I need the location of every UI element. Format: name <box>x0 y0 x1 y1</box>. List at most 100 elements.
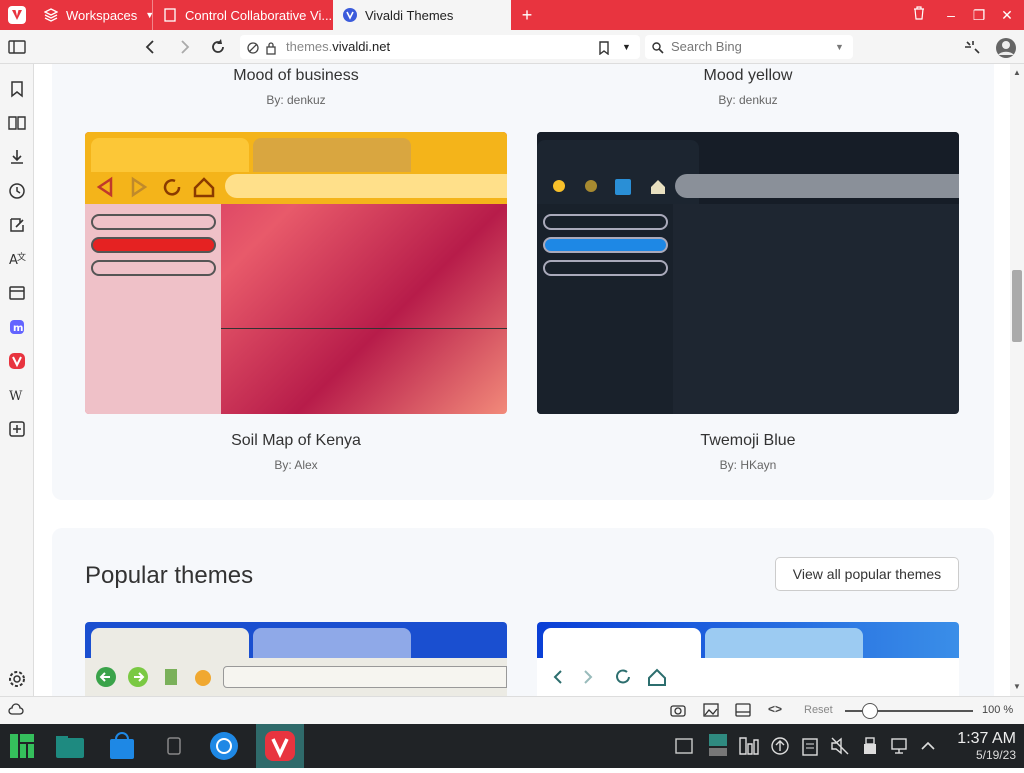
vivaldi-panel-icon[interactable] <box>8 352 26 370</box>
scrollbar-thumb[interactable] <box>1012 270 1022 342</box>
desktop-icon[interactable] <box>674 736 694 768</box>
svg-text:W: W <box>9 389 23 404</box>
notes-icon[interactable] <box>8 216 26 234</box>
toolbar-icons <box>553 179 665 195</box>
new-tab-icon[interactable]: + <box>518 6 536 24</box>
url-prefix: themes. <box>286 39 333 54</box>
toolbar-icons <box>553 668 666 686</box>
file-manager-icon[interactable] <box>54 730 86 762</box>
reading-list-icon[interactable] <box>8 114 26 132</box>
downloads-icon[interactable] <box>8 148 26 166</box>
translate-icon[interactable]: A文 <box>8 250 26 268</box>
usb-device-icon[interactable] <box>860 736 880 768</box>
view-all-popular-themes-button[interactable]: View all popular themes <box>775 557 959 591</box>
close-icon[interactable]: ✕ <box>998 6 1016 24</box>
scrollbar[interactable]: ▲ ▼ <box>1010 64 1024 696</box>
volume-muted-icon[interactable] <box>830 736 850 768</box>
search-placeholder: Search Bing <box>671 39 742 54</box>
panel-toggle-icon[interactable] <box>7 37 27 57</box>
clipboard-icon[interactable] <box>800 736 820 768</box>
zoom-reset-button[interactable]: Reset <box>804 704 833 716</box>
back-icon[interactable] <box>140 37 160 57</box>
store-icon[interactable] <box>106 730 138 762</box>
settings-gear-icon[interactable] <box>8 670 26 688</box>
camera-icon[interactable] <box>670 703 686 720</box>
theme-preview-soil-map-of-kenya[interactable] <box>85 132 507 414</box>
minimize-icon[interactable]: – <box>942 6 960 24</box>
theme-preview-popular-1[interactable] <box>85 622 507 696</box>
page-content: Mood of business By: denkuz Mood yellow … <box>35 64 1010 696</box>
workspaces-icon <box>43 8 59 22</box>
vivaldi-taskbar-icon[interactable] <box>256 724 304 768</box>
theme-title[interactable]: Twemoji Blue <box>537 432 959 450</box>
clock-time[interactable]: 1:37 AM <box>946 730 1016 748</box>
side-panel-bar: A文 m W <box>0 64 34 696</box>
os-taskbar: 1:37 AM 5/19/23 <box>0 724 1024 768</box>
page-actions-icon[interactable]: <> <box>768 702 782 716</box>
tab-label: Control Collaborative Vi... <box>185 7 333 23</box>
wikipedia-icon[interactable]: W <box>8 386 26 404</box>
taskmanager-icon[interactable] <box>738 736 760 768</box>
forward-icon[interactable] <box>175 37 195 57</box>
extensions-icon[interactable] <box>962 37 982 57</box>
mastodon-icon[interactable]: m <box>8 318 26 336</box>
updates-icon[interactable] <box>770 736 790 768</box>
profile-avatar-icon[interactable] <box>995 37 1016 58</box>
trash-icon[interactable] <box>910 6 928 24</box>
url-field[interactable]: themes.vivaldi.net ▼ <box>240 35 640 59</box>
clock-date[interactable]: 5/19/23 <box>946 748 1016 762</box>
url-domain: vivaldi.net <box>332 39 391 54</box>
zoom-slider-handle[interactable] <box>862 703 878 719</box>
image-toggle-icon[interactable] <box>703 703 719 720</box>
theme-author: By: Alex <box>274 458 318 472</box>
svg-text:文: 文 <box>17 251 26 263</box>
toolbar-icons <box>96 176 215 198</box>
status-bar: <> Reset 100 % <box>0 696 1024 724</box>
theme-author: By: denkuz <box>266 93 326 107</box>
search-icon <box>651 35 665 59</box>
theme-preview-popular-2[interactable] <box>537 622 959 696</box>
manjaro-menu-icon[interactable] <box>6 730 38 762</box>
scroll-up-icon[interactable]: ▲ <box>1013 68 1021 77</box>
page-tiling-icon[interactable] <box>735 703 751 720</box>
theme-author: By: HKayn <box>719 458 777 472</box>
scroll-down-icon[interactable]: ▼ <box>1013 682 1021 691</box>
cloud-sync-icon[interactable] <box>8 703 24 720</box>
tab-vivaldi-themes[interactable]: Vivaldi Themes <box>333 0 511 30</box>
search-field[interactable]: Search Bing ▼ <box>645 35 853 59</box>
theme-title[interactable]: Mood of business <box>85 67 507 85</box>
vivaldi-menu-icon[interactable] <box>8 6 26 24</box>
bookmarks-panel-icon[interactable] <box>8 80 26 98</box>
tracker-block-icon[interactable] <box>246 35 260 59</box>
theme-title[interactable]: Mood yellow <box>537 67 959 85</box>
chevron-down-icon[interactable]: ▼ <box>622 35 631 59</box>
app-icon[interactable] <box>158 730 190 762</box>
theme-preview-twemoji-blue[interactable] <box>537 132 959 414</box>
network-icon[interactable] <box>890 736 910 768</box>
restore-icon[interactable]: ❐ <box>970 6 988 24</box>
history-icon[interactable] <box>8 182 26 200</box>
tab-label: Workspaces <box>66 7 138 23</box>
toolbar-icons <box>96 667 211 687</box>
zoom-level: 100 % <box>982 704 1014 716</box>
window-panel-icon[interactable] <box>8 284 26 302</box>
reload-icon[interactable] <box>208 37 228 57</box>
section-heading: Popular themes <box>85 562 254 589</box>
tab-control-collaborative[interactable]: Control Collaborative Vi... <box>153 0 333 30</box>
chevron-down-icon[interactable]: ▼ <box>835 35 844 59</box>
chromium-icon[interactable] <box>208 730 240 762</box>
tray-expand-icon[interactable] <box>918 736 938 768</box>
tab-workspaces[interactable]: Workspaces ▼ <box>34 0 154 30</box>
theme-title[interactable]: Soil Map of Kenya <box>85 432 507 450</box>
workspace-pager-icon[interactable] <box>708 734 728 766</box>
address-bar: themes.vivaldi.net ▼ Search Bing ▼ <box>0 30 1024 64</box>
tab-bar: Workspaces ▼ Control Collaborative Vi...… <box>0 0 1024 30</box>
bookmark-icon[interactable] <box>598 35 610 59</box>
vivaldi-favicon-icon <box>343 8 357 22</box>
svg-text:m: m <box>13 323 23 334</box>
page-favicon-icon <box>163 8 177 22</box>
theme-author: By: denkuz <box>718 93 778 107</box>
tab-label: Vivaldi Themes <box>365 7 454 23</box>
lock-icon[interactable] <box>264 35 278 59</box>
add-panel-icon[interactable] <box>8 420 26 438</box>
